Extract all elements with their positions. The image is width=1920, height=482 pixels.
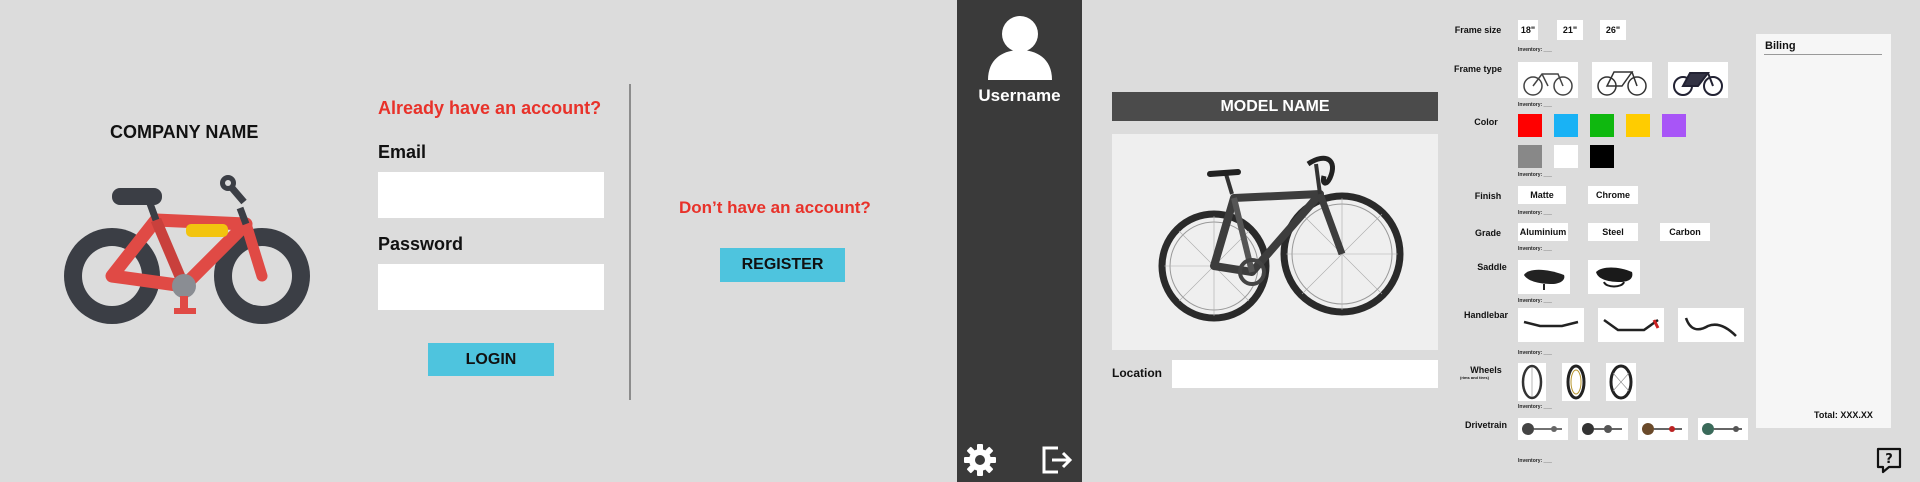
grade-inventory: Inventory: ___ — [1518, 246, 1552, 252]
road-bike-icon — [1597, 71, 1647, 96]
drivetrain-icon — [1522, 423, 1562, 435]
color-inventory: Inventory: ___ — [1518, 172, 1552, 178]
frame-type-option-city[interactable] — [1518, 62, 1578, 98]
color-swatch-purple[interactable] — [1662, 114, 1686, 137]
city-bike-icon — [1523, 73, 1573, 96]
frame-type-inventory: Inventory: ___ — [1518, 102, 1552, 108]
location-input[interactable] — [1172, 360, 1438, 388]
svg-text:?: ? — [1885, 452, 1893, 467]
frame-size-option-18[interactable]: 18" — [1518, 20, 1538, 40]
saddle-icon — [1524, 269, 1565, 290]
drivetrain-option-4[interactable] — [1698, 418, 1748, 440]
frame-type-option-road[interactable] — [1592, 62, 1652, 98]
riser-handlebar-icon — [1603, 318, 1660, 332]
wheel-option-1[interactable] — [1518, 363, 1546, 401]
user-avatar-icon — [988, 16, 1052, 80]
grade-option-steel[interactable]: Steel — [1588, 223, 1638, 241]
wheels-inventory: Inventory: ___ — [1518, 404, 1552, 410]
drivetrain-option-3[interactable] — [1638, 418, 1688, 440]
wheels-sublabel: (rims and tires) — [1460, 375, 1489, 380]
frame-type-label: Frame type — [1453, 64, 1503, 74]
login-button[interactable]: LOGIN — [428, 343, 554, 376]
finish-inventory: Inventory: ___ — [1518, 210, 1552, 216]
drop-handlebar-icon — [1684, 317, 1737, 337]
username: Username — [978, 86, 1061, 105]
wheel-option-2[interactable] — [1562, 363, 1590, 401]
frame-type-option-cruiser[interactable] — [1668, 62, 1728, 98]
grade-option-carbon[interactable]: Carbon — [1660, 223, 1710, 241]
handlebar-option-drop[interactable] — [1678, 308, 1744, 342]
dont-have-account-heading: Don’t have an account? — [679, 198, 871, 217]
company-name: COMPANY NAME — [110, 122, 259, 142]
wheel-icon — [1609, 364, 1633, 400]
bike-logo-icon — [64, 175, 310, 324]
saddle-option-2[interactable] — [1588, 260, 1640, 294]
frame-size-option-26[interactable]: 26" — [1600, 20, 1626, 40]
color-swatch-yellow[interactable] — [1626, 114, 1650, 137]
color-swatch-gray[interactable] — [1518, 145, 1542, 168]
logout-icon[interactable] — [1038, 442, 1074, 478]
cruiser-bike-icon — [1673, 72, 1723, 96]
handlebar-label: Handlebar — [1463, 310, 1508, 320]
password-field[interactable] — [378, 264, 604, 310]
color-swatch-black[interactable] — [1590, 145, 1614, 168]
color-swatch-green[interactable] — [1590, 114, 1614, 137]
handlebar-option-flat[interactable] — [1518, 308, 1584, 342]
wheel-option-3[interactable] — [1606, 363, 1636, 401]
register-button[interactable]: REGISTER — [720, 248, 845, 282]
location-label: Location — [1112, 366, 1162, 380]
billing-divider — [1764, 54, 1882, 55]
color-label: Color — [1474, 117, 1498, 127]
saddle-icon — [1596, 267, 1633, 288]
flat-handlebar-icon — [1523, 320, 1579, 328]
frame-size-inventory: Inventory: ___ — [1518, 47, 1552, 53]
drivetrain-label: Drivetrain — [1464, 420, 1508, 430]
drivetrain-inventory: Inventory: ___ — [1518, 458, 1552, 464]
gear-icon[interactable] — [962, 442, 998, 478]
finish-option-matte[interactable]: Matte — [1518, 186, 1566, 204]
road-bike-icon — [1158, 155, 1404, 322]
color-swatch-blue[interactable] — [1554, 114, 1578, 137]
drivetrain-option-2[interactable] — [1578, 418, 1628, 440]
vertical-divider — [629, 84, 631, 400]
grade-option-aluminium[interactable]: Aluminium — [1518, 223, 1568, 241]
color-swatch-white[interactable] — [1554, 145, 1578, 168]
color-swatch-red[interactable] — [1518, 114, 1542, 137]
wheel-icon — [1521, 364, 1543, 400]
wheel-icon — [1566, 364, 1586, 400]
billing-total: Total: XXX.XX — [1814, 410, 1873, 420]
drivetrain-icon — [1702, 423, 1742, 435]
model-name: MODEL NAME — [1112, 92, 1438, 121]
handlebar-inventory: Inventory: ___ — [1518, 350, 1552, 356]
bike-preview-image — [1112, 134, 1438, 350]
saddle-inventory: Inventory: ___ — [1518, 298, 1552, 304]
frame-size-option-21[interactable]: 21" — [1557, 20, 1583, 40]
handlebar-option-riser[interactable] — [1598, 308, 1664, 342]
wheels-label: Wheels — [1470, 365, 1502, 375]
drivetrain-option-1[interactable] — [1518, 418, 1568, 440]
frame-size-label: Frame size — [1454, 25, 1502, 35]
help-icon[interactable]: ? — [1875, 446, 1903, 474]
already-have-account-heading: Already have an account? — [378, 98, 602, 118]
grade-label: Grade — [1474, 228, 1501, 238]
finish-option-chrome[interactable]: Chrome — [1588, 186, 1638, 204]
email-field[interactable] — [378, 172, 604, 218]
email-label: Email — [378, 142, 427, 162]
drivetrain-icon — [1642, 423, 1682, 435]
billing-panel — [1756, 34, 1891, 428]
password-label: Password — [378, 234, 464, 254]
billing-title: Biling — [1765, 40, 1796, 52]
saddle-option-1[interactable] — [1518, 260, 1570, 294]
finish-label: Finish — [1474, 191, 1502, 201]
drivetrain-icon — [1582, 423, 1622, 435]
